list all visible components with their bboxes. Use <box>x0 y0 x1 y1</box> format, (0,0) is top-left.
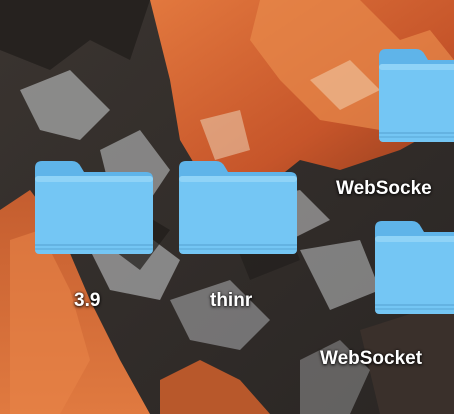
folder-label: WebSocket <box>320 348 423 369</box>
folder-label: thinr <box>210 290 253 311</box>
folder-icon <box>379 49 454 142</box>
folder-icon <box>179 161 297 254</box>
folder-label: 3.9 <box>74 290 101 311</box>
folder-label: WebSocke <box>336 178 432 199</box>
desktop-folder-websocke[interactable]: WebSocke <box>336 46 454 206</box>
folder-icon <box>375 221 454 314</box>
desktop-folder-3-9[interactable]: 3.9 <box>32 158 156 318</box>
folder-icon <box>35 161 153 254</box>
desktop-folder-thinr[interactable]: thinr <box>176 158 300 318</box>
desktop-folder-websocket[interactable]: WebSocket <box>320 218 454 378</box>
